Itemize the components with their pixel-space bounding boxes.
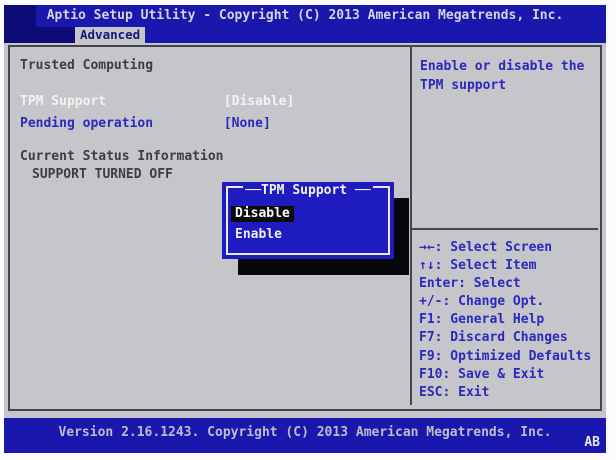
- key-legend-item: +/-: Change Opt.: [419, 294, 545, 310]
- setting-row-tpm-support[interactable]: TPM Support [Disable]: [20, 94, 294, 110]
- setting-value: [Disable]: [223, 94, 295, 109]
- key-legend-item: F10: Save & Exit: [419, 366, 545, 382]
- popup-title: TPM Support: [222, 183, 394, 198]
- panel-divider-vertical: [410, 47, 412, 405]
- bios-screen: Aptio Setup Utility - Copyright (C) 2013…: [4, 5, 606, 453]
- app-title: Aptio Setup Utility - Copyright (C) 2013…: [46, 8, 564, 23]
- help-divider-horizontal: [412, 228, 598, 230]
- key-legend-item: F9: Optimized Defaults: [419, 348, 592, 364]
- menubar-dark-patch: [4, 27, 75, 43]
- tab-advanced[interactable]: Advanced: [75, 27, 146, 43]
- key-legend-item: ↑↓: Select Item: [419, 258, 537, 274]
- tpm-support-popup: TPM Support Disable Enable: [222, 182, 394, 259]
- key-legend-item: F1: General Help: [419, 312, 545, 328]
- key-legend-item: →←: Select Screen: [419, 240, 553, 255]
- setting-label: TPM Support: [20, 94, 107, 109]
- setting-label: Pending operation: [20, 116, 154, 131]
- section-title: Trusted Computing: [20, 58, 154, 73]
- status-bar: Version 2.16.1243. Copyright (C) 2013 Am…: [4, 418, 606, 453]
- popup-option-disable[interactable]: Disable: [231, 206, 294, 222]
- version-text: Version 2.16.1243. Copyright (C) 2013 Am…: [58, 425, 552, 440]
- key-legend-item: Enter: Select: [419, 276, 521, 292]
- status-heading: Current Status Information: [20, 149, 224, 164]
- corner-label: AB: [584, 435, 600, 450]
- title-bar: Aptio Setup Utility - Copyright (C) 2013…: [4, 5, 606, 43]
- popup-option-enable[interactable]: Enable: [235, 227, 282, 243]
- status-value: SUPPORT TURNED OFF: [32, 167, 173, 182]
- setting-row-pending-operation[interactable]: Pending operation [None]: [20, 116, 271, 132]
- key-legend-item: F7: Discard Changes: [419, 330, 568, 346]
- setting-value: [None]: [223, 116, 271, 131]
- key-legend: →←: Select Screen ↑↓: Select Item Enter:…: [419, 239, 591, 402]
- key-legend-item: ESC: Exit: [419, 384, 490, 400]
- help-description: Enable or disable the TPM support: [420, 59, 585, 93]
